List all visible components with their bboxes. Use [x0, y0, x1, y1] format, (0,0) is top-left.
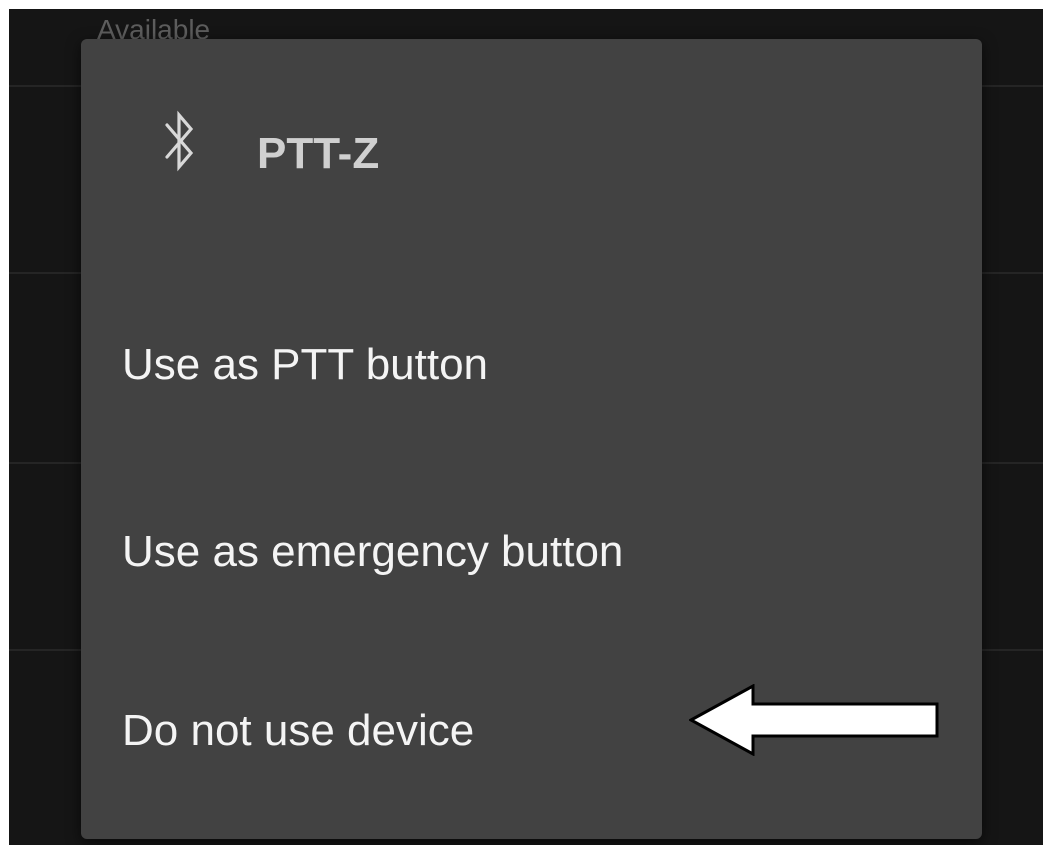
screen: Available PTT-Z Use as PTT button Use as… — [9, 9, 1043, 845]
option-label: Do not use device — [122, 706, 475, 755]
option-label: Use as emergency button — [122, 527, 624, 576]
use-as-ptt-button-option[interactable]: Use as PTT button — [81, 279, 982, 439]
option-label: Use as PTT button — [122, 340, 489, 389]
device-options-dialog: PTT-Z Use as PTT button Use as emergency… — [81, 39, 982, 839]
use-as-emergency-button-option[interactable]: Use as emergency button — [81, 459, 982, 619]
dialog-header: PTT-Z — [81, 39, 982, 269]
dialog-title: PTT-Z — [257, 129, 380, 178]
arrow-left-icon — [689, 684, 939, 756]
bluetooth-icon — [165, 110, 194, 172]
